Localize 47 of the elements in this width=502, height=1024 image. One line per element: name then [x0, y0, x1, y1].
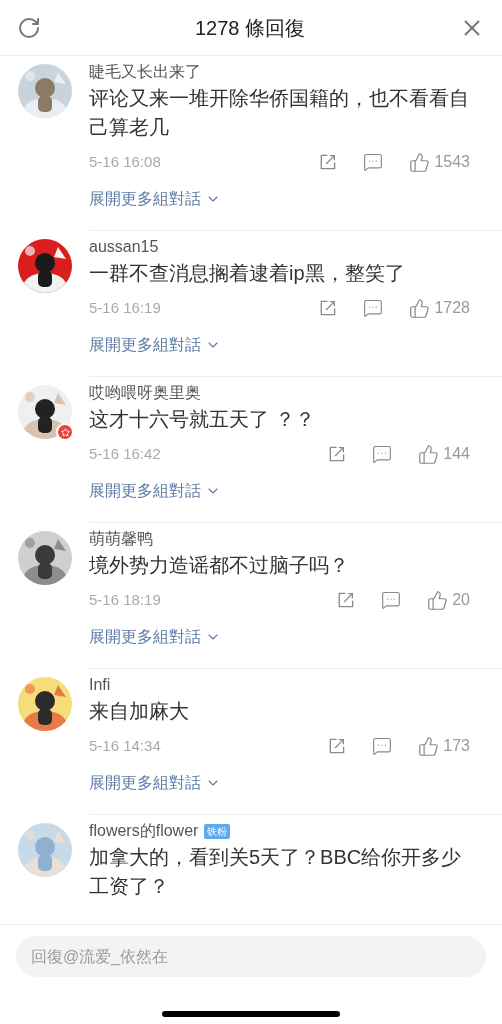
- comment-text: 来自加麻大: [89, 699, 190, 724]
- comment-text: 加拿大的，看到关5天了？BBC给你开多少工资了？: [89, 845, 463, 899]
- expand-link[interactable]: 展開更多組對話: [89, 472, 221, 510]
- like-count: 1543: [434, 152, 470, 172]
- expand-link[interactable]: 展開更多組對話: [89, 180, 221, 218]
- like-icon[interactable]: [409, 297, 431, 319]
- like-count: 20: [452, 590, 470, 610]
- share-icon[interactable]: [318, 298, 338, 318]
- comment-time: 5-16 16:08: [89, 151, 162, 172]
- like-count: 144: [443, 444, 470, 464]
- share-icon[interactable]: [327, 444, 347, 464]
- share-icon[interactable]: [336, 590, 356, 610]
- refresh-icon[interactable]: [17, 15, 41, 40]
- expand-link[interactable]: 展開更多組對話: [89, 618, 221, 656]
- comment-text: 评论又来一堆开除华侨国籍的，也不看看自己算老几: [89, 86, 470, 140]
- avatar-badge-icon: [56, 423, 74, 441]
- comment-time: 5-16 18:19: [89, 589, 162, 610]
- fan-tag: 铁粉: [204, 823, 231, 839]
- username[interactable]: 哎哟喂呀奥里奥: [89, 381, 201, 405]
- username[interactable]: Infi: [89, 673, 111, 697]
- reply-icon[interactable]: [363, 152, 384, 172]
- header-title: 1278 條回復: [194, 15, 306, 41]
- username[interactable]: flowers的flower: [89, 819, 199, 843]
- reply-field[interactable]: 回復@流爱_依然在: [16, 936, 486, 977]
- comment-time: 5-16 16:19: [89, 297, 162, 318]
- comment-text: 一群不查消息搁着逮着ip黑，整笑了: [89, 261, 406, 286]
- username[interactable]: aussan15: [89, 235, 159, 259]
- reply-icon[interactable]: [372, 444, 393, 464]
- like-icon[interactable]: [418, 735, 440, 757]
- comment-time: 5-16 14:34: [89, 735, 162, 756]
- share-icon[interactable]: [327, 736, 347, 756]
- reply-icon[interactable]: [381, 590, 402, 610]
- share-icon[interactable]: [318, 152, 338, 172]
- like-icon[interactable]: [409, 151, 431, 173]
- comment-time: 5-16 16:42: [89, 443, 162, 464]
- reply-icon[interactable]: [363, 298, 384, 318]
- like-icon[interactable]: [427, 589, 449, 611]
- like-count: 1728: [434, 298, 470, 318]
- expand-link[interactable]: 展開更多組對話: [89, 326, 221, 364]
- like-icon[interactable]: [418, 443, 440, 465]
- username[interactable]: 睫毛又长出来了: [89, 60, 201, 84]
- comment-text: 这才十六号就五天了 ？？: [89, 407, 316, 432]
- reply-icon[interactable]: [372, 736, 393, 756]
- username[interactable]: 萌萌馨鸭: [89, 527, 153, 551]
- expand-link[interactable]: 展開更多組對話: [89, 764, 221, 802]
- like-count: 173: [443, 736, 470, 756]
- comment-text: 境外势力造谣都不过脑子吗？: [89, 553, 350, 578]
